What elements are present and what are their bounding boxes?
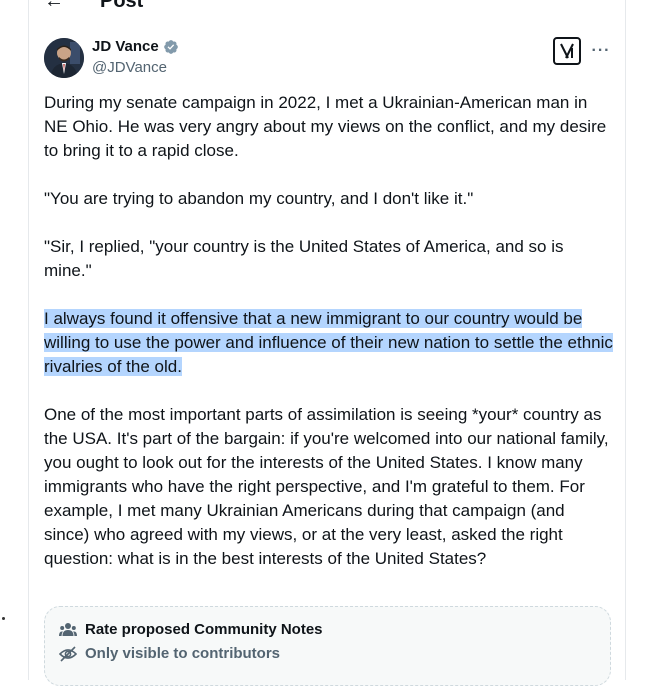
user-handle[interactable]: @JDVance xyxy=(92,58,179,78)
community-notes-subtitle-row: Only visible to contributors xyxy=(59,645,280,662)
verified-badge-icon xyxy=(163,40,178,54)
post-paragraph: During my senate campaign in 2022, I met… xyxy=(44,93,607,160)
display-name[interactable]: JD Vance xyxy=(92,37,159,57)
people-icon xyxy=(59,622,77,636)
post-paragraph: "You are trying to abandon my country, a… xyxy=(44,189,474,208)
more-options-button[interactable]: ··· xyxy=(590,42,612,60)
grok-button[interactable] xyxy=(553,37,581,65)
post-header: ← Post xyxy=(44,0,143,16)
text-selection: I always found it offensive that a new i… xyxy=(44,309,613,376)
post-body: During my senate campaign in 2022, I met… xyxy=(44,91,614,571)
grok-icon xyxy=(560,43,574,59)
community-notes-title-row[interactable]: Rate proposed Community Notes xyxy=(59,621,323,638)
community-notes-subtitle: Only visible to contributors xyxy=(85,645,281,662)
avatar[interactable] xyxy=(44,37,84,78)
eye-off-icon xyxy=(59,645,77,662)
page-title: Post xyxy=(100,0,144,12)
arrow-left-icon[interactable]: ← xyxy=(44,0,64,11)
stray-dot xyxy=(2,617,5,620)
post-paragraph: "Sir, I replied, "your country is the Un… xyxy=(44,237,564,280)
community-notes-title: Rate proposed Community Notes xyxy=(85,621,323,638)
post-paragraph-highlighted: I always found it offensive that a new i… xyxy=(44,307,614,379)
post-paragraph: One of the most important parts of assim… xyxy=(44,405,609,568)
post-author[interactable]: JD Vance @JDVance xyxy=(44,37,179,78)
community-notes-box[interactable]: Rate proposed Community Notes Only visib… xyxy=(44,606,611,686)
